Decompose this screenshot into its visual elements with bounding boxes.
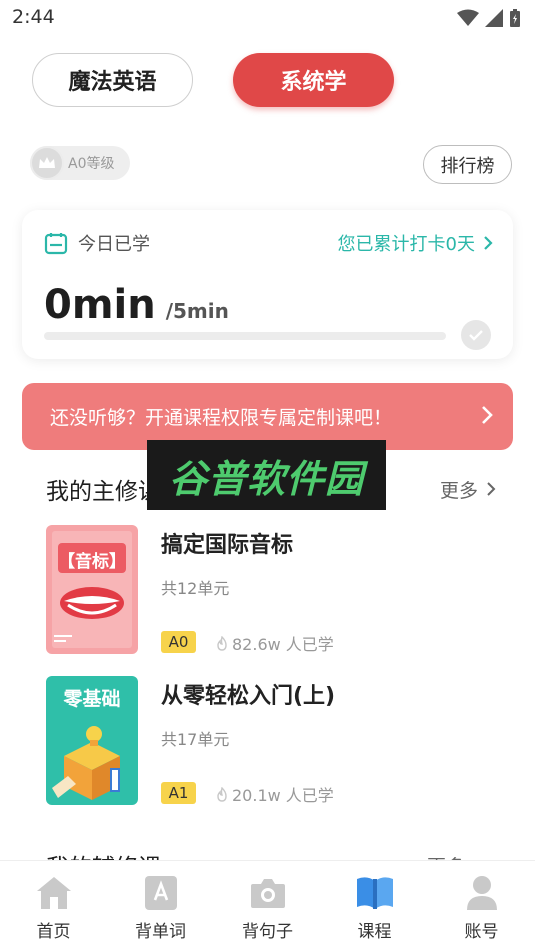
main-courses-more[interactable]: 更多: [440, 476, 496, 503]
crown-icon: [30, 146, 64, 180]
nav-item-home[interactable]: 首页: [0, 861, 107, 951]
today-header: 今日已学: [44, 230, 150, 256]
nav-label: 首页: [36, 922, 71, 942]
today-minutes: 0min: [44, 282, 156, 328]
course-title: 搞定国际音标: [161, 533, 294, 558]
bottom-nav: 首页 背单词 背句子 课程 账号: [0, 860, 535, 951]
today-progress-bar: [44, 332, 446, 340]
course-learners: 82.6w 人已学: [216, 631, 334, 655]
nav-item-sentences[interactable]: 背句子: [214, 861, 321, 951]
streak-label: 您已累计打卡0天: [337, 234, 475, 255]
status-time: 2:44: [12, 6, 55, 28]
watermark-text: 谷普软件园: [168, 456, 364, 501]
word-card-icon: [141, 873, 181, 913]
course-units: 共12单元: [161, 579, 230, 598]
camera-icon: [248, 873, 288, 913]
course-learners: 20.1w 人已学: [216, 782, 334, 806]
chevron-right-icon: [482, 406, 493, 424]
status-icons: [457, 8, 521, 28]
course-units: 共17单元: [161, 730, 230, 749]
top-tabs: 魔法英语 系统学: [32, 53, 512, 109]
nav-label: 背单词: [135, 922, 186, 942]
main-courses-title: 我的主修课: [46, 479, 161, 505]
promo-text: 还没听够？开通课程权限专属定制课吧！: [50, 407, 393, 429]
book-icon: [355, 873, 395, 913]
wifi-icon: [457, 9, 479, 26]
calendar-icon: [44, 233, 68, 255]
nav-item-account[interactable]: 账号: [428, 861, 535, 951]
user-icon: [462, 873, 502, 913]
course-cover-zero-basics: 零基础: [46, 676, 138, 805]
flame-icon: [217, 635, 227, 651]
flame-icon: [217, 786, 227, 802]
nav-label: 账号: [464, 922, 499, 942]
check-icon: [461, 320, 491, 350]
level-badge[interactable]: A0等级: [30, 146, 130, 180]
today-card: 今日已学 您已累计打卡0天 0min /5min: [22, 210, 513, 359]
course-title: 从零轻松入门(上): [161, 684, 336, 709]
course-card[interactable]: 【音标】 搞定国际音标 共12单元 A0 82.6w 人已学: [46, 525, 496, 655]
today-goal: /5min: [165, 299, 229, 323]
nav-label: 背句子: [242, 922, 293, 942]
cover-label: 【音标】: [58, 552, 126, 572]
battery-icon: [510, 9, 520, 27]
watermark-logo: 谷普软件园: [147, 440, 386, 510]
streak-link[interactable]: 您已累计打卡0天: [338, 230, 493, 256]
level-tag: A0: [161, 631, 196, 653]
course-cover-phonetics: 【音标】: [46, 525, 138, 654]
learners-count: 82.6w 人已学: [232, 635, 334, 654]
today-value: 0min /5min: [44, 282, 229, 328]
more-label: 更多: [439, 479, 478, 502]
level-label: A0等级: [68, 156, 115, 172]
home-icon: [34, 873, 74, 913]
nav-item-words[interactable]: 背单词: [107, 861, 214, 951]
tab-magic-english[interactable]: 魔法英语: [32, 53, 193, 107]
signal-icon: [485, 9, 503, 27]
cover-label: 零基础: [63, 688, 121, 710]
course-card[interactable]: 零基础 从零轻松入门(上) 共17单元 A1 20.1w 人已学: [46, 676, 496, 806]
learners-count: 20.1w 人已学: [232, 786, 334, 805]
status-bar: 2:44: [0, 0, 535, 36]
tab-system-learning[interactable]: 系统学: [233, 53, 394, 107]
rank-button[interactable]: 排行榜: [423, 145, 512, 184]
nav-label: 课程: [357, 922, 392, 942]
chevron-right-icon: [484, 236, 493, 250]
nav-item-courses[interactable]: 课程: [321, 861, 428, 951]
level-tag: A1: [161, 782, 196, 804]
chevron-right-icon: [487, 482, 496, 496]
today-title: 今日已学: [78, 234, 150, 255]
